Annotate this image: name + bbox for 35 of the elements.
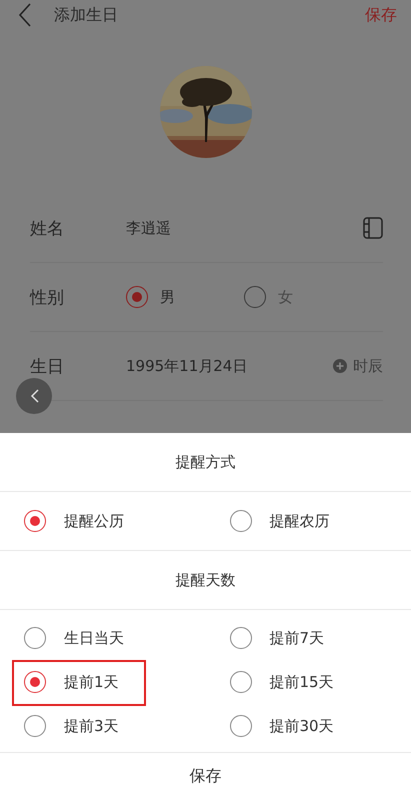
field-label: 姓名 [30, 218, 65, 240]
radio-label: 提醒公历 [64, 512, 124, 530]
radio-button[interactable] [24, 715, 46, 737]
contacts-icon[interactable] [363, 217, 383, 239]
radio-button[interactable] [24, 510, 46, 532]
field-label: 性别 [30, 286, 65, 308]
radio-label: 提前1天 [64, 672, 119, 692]
section-title: 提醒方式 [176, 452, 236, 472]
date-field[interactable]: 1995年11月24日 [126, 356, 333, 376]
page-title: 添加生日 [54, 4, 119, 26]
radio-label: 生日当天 [64, 628, 124, 648]
radio-button[interactable] [230, 715, 252, 737]
radio-button[interactable] [230, 627, 252, 649]
radio-label: 提前30天 [270, 716, 334, 736]
radio-button[interactable] [244, 286, 266, 308]
radio-button[interactable] [230, 510, 252, 532]
radio-label: 提前15天 [270, 672, 334, 692]
radio-label: 提醒农历 [270, 512, 330, 530]
field-label: 生日 [30, 356, 65, 378]
time-button[interactable]: 时辰 [333, 356, 383, 376]
section-title: 提醒天数 [176, 570, 236, 590]
back-icon[interactable] [18, 3, 32, 27]
radio-label: 提前3天 [64, 716, 119, 736]
floating-back-button[interactable] [16, 378, 52, 414]
name-field[interactable]: 李逍遥 [126, 218, 363, 238]
radio-button[interactable] [126, 286, 148, 308]
radio-label: 提前7天 [270, 628, 324, 648]
radio-label: 男 [160, 288, 175, 306]
save-button[interactable]: 保存 [365, 4, 397, 26]
radio-label: 女 [278, 288, 293, 306]
radio-button[interactable] [24, 671, 46, 693]
radio-button[interactable] [24, 627, 46, 649]
radio-button[interactable] [230, 671, 252, 693]
plus-icon [333, 359, 347, 373]
back-icon [30, 389, 38, 403]
